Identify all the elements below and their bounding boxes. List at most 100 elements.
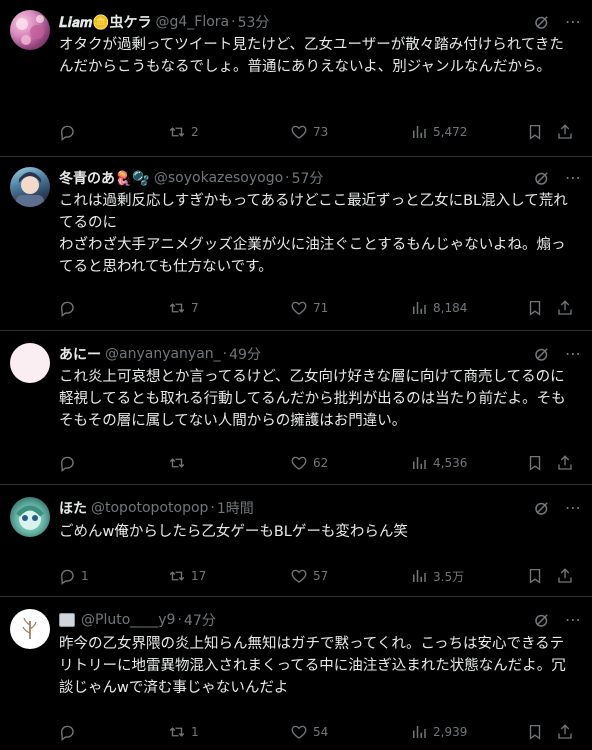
view-count: 5,472 [433,125,468,139]
grok-icon[interactable] [533,499,551,517]
user-handle[interactable]: @topotopotopop [91,500,208,516]
action-bar: 7 71 8,184 [58,298,582,318]
views-button[interactable]: 8,184 [410,298,467,318]
like-count: 54 [313,725,329,739]
timestamp[interactable]: 57分 [292,168,324,188]
grok-icon[interactable] [533,169,551,187]
like-button[interactable]: 57 [290,566,328,586]
share-button[interactable] [556,453,574,473]
tweet-text: これは過剰反応しすぎかもってあるけどここ最近ずっと乙女にBL混入して荒れてるのに… [59,193,568,275]
badge-icon [59,613,75,627]
timestamp[interactable]: 53分 [238,12,270,32]
tweet[interactable]: 𝑳𝒊𝒂𝒎🪙虫ケラ @g4_Flora · 53分 ⋯ オタクが過剰ってツイート見… [0,0,592,157]
bookmark-button[interactable] [526,453,544,473]
heart-icon [291,301,307,315]
avatar[interactable] [10,167,50,207]
like-count: 57 [313,569,329,583]
retweet-button[interactable]: 1 [168,722,199,742]
header-actions: ⋯ [533,343,582,365]
bookmark-icon [529,455,541,471]
retweet-button[interactable] [168,453,191,473]
more-icon[interactable]: ⋯ [565,346,582,362]
grok-icon[interactable] [533,611,551,629]
share-button[interactable] [556,566,574,586]
teal-character-avatar-icon [16,505,44,530]
analytics-icon [413,302,426,314]
analytics-icon [413,726,426,738]
bookmark-icon [529,300,541,316]
avatar[interactable] [10,497,50,537]
bookmark-icon [529,724,541,740]
bookmark-icon [529,124,541,140]
analytics-icon [413,457,426,469]
tweet[interactable]: @Pluto____y9 · 47分 ⋯ 昨今の乙女界隈の炎上知らん無知はガチで… [0,597,592,750]
timestamp[interactable]: 47分 [184,610,216,630]
retweet-count: 1 [191,725,199,739]
grok-icon[interactable] [533,345,551,363]
like-button[interactable]: 54 [290,722,328,742]
reply-button[interactable]: 1 [58,566,89,586]
tweet[interactable]: ほた @topotopotopop · 1時間 ⋯ ごめんw俺からしたら乙女ゲー… [0,485,592,597]
white-plant-avatar-icon [22,617,37,639]
tweet[interactable]: 冬青のあ🪼🫧 @soyokazesoyogo · 57分 ⋯ これは過剰反応しす… [0,157,592,331]
grok-icon[interactable] [533,13,551,31]
more-icon[interactable]: ⋯ [565,170,582,186]
tweet[interactable]: あにー @anyanyanyan_ · 49分 ⋯ これ炎上可哀想とか言ってるけ… [0,331,592,485]
reply-button[interactable] [58,722,81,742]
like-button[interactable]: 73 [290,122,328,142]
views-button[interactable]: 5,472 [410,122,467,142]
views-button[interactable]: 3.5万 [410,566,464,586]
action-bar: 2 73 5,472 [58,122,582,142]
header-actions: ⋯ [533,11,582,33]
like-count: 71 [313,301,329,315]
reply-button[interactable] [58,453,81,473]
view-count: 2,939 [433,725,468,739]
display-name[interactable]: ほた [59,498,87,518]
user-handle[interactable]: @soyokazesoyogo [154,170,283,186]
user-handle[interactable]: @g4_Flora [155,14,229,30]
retweet-count: 7 [191,301,199,315]
retweet-icon [169,458,185,468]
retweet-count: 2 [191,125,199,139]
like-button[interactable]: 71 [290,298,328,318]
bookmark-button[interactable] [526,566,544,586]
reply-icon [61,569,74,585]
share-button[interactable] [556,722,574,742]
timestamp[interactable]: 49分 [229,344,261,364]
display-name[interactable]: 𝑳𝒊𝒂𝒎🪙虫ケラ [59,12,151,32]
avatar[interactable] [10,343,50,383]
more-icon[interactable]: ⋯ [565,500,582,516]
reply-button[interactable] [58,122,81,142]
reply-icon [61,301,74,317]
retweet-button[interactable]: 17 [168,566,206,586]
pink-floral-avatar-icon [16,15,44,45]
user-handle[interactable]: @anyanyanyan_ [105,346,221,362]
like-button[interactable]: 62 [290,453,328,473]
display-name[interactable]: あにー [59,344,101,364]
more-icon[interactable]: ⋯ [565,612,582,628]
share-button[interactable] [556,122,574,142]
tweet-text: これ炎上可哀想とか言ってるけど、乙女向け好きな層に向けて商売してるのに軽視してる… [59,369,566,429]
share-button[interactable] [556,298,574,318]
more-icon[interactable]: ⋯ [565,14,582,30]
views-button[interactable]: 2,939 [410,722,467,742]
retweet-button[interactable]: 7 [168,298,199,318]
views-button[interactable]: 4,536 [410,453,467,473]
action-bar: 1 17 57 3.5万 [58,566,582,586]
retweet-button[interactable]: 2 [168,122,199,142]
reply-count: 1 [81,569,89,583]
header-actions: ⋯ [533,609,582,631]
reply-button[interactable] [58,298,81,318]
bookmark-button[interactable] [526,122,544,142]
avatar[interactable] [10,609,50,649]
heart-icon [291,125,307,139]
user-handle[interactable]: @Pluto____y9 [81,612,175,628]
display-name[interactable]: 冬青のあ🪼🫧 [59,168,150,188]
separator-dot: · [210,500,215,516]
bookmark-button[interactable] [526,298,544,318]
bookmark-button[interactable] [526,722,544,742]
timestamp[interactable]: 1時間 [217,498,254,518]
reply-icon [61,725,74,741]
avatar[interactable] [10,10,50,50]
reply-icon [61,125,74,141]
